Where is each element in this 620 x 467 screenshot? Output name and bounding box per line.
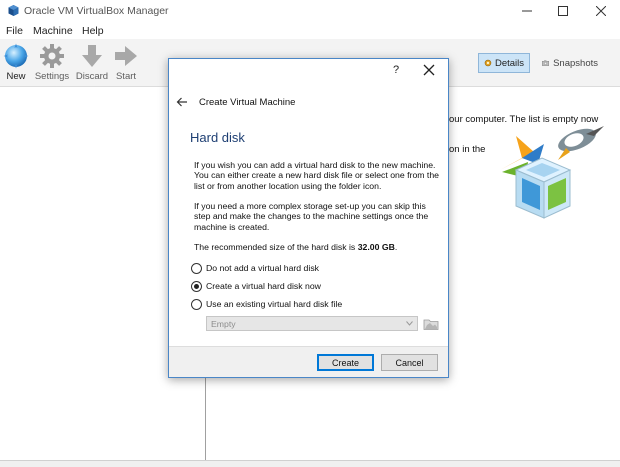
window-titlebar: Oracle VM VirtualBox Manager [0,0,620,22]
radio-create-disk[interactable]: Create a virtual hard disk now [191,280,321,292]
menu-bar: File Machine Help [0,22,620,39]
dialog-close-icon[interactable] [422,63,436,77]
existing-disk-select-value: Empty [211,319,236,329]
create-vm-dialog: ? Create Virtual Machine Hard disk If yo… [168,58,449,378]
camera-icon [542,60,550,66]
details-toggle[interactable]: Details [478,53,530,73]
gear-icon [40,44,64,68]
description-paragraph-2: If you need a more complex storage set-u… [194,201,429,232]
chevron-down-icon [406,321,413,326]
new-button[interactable]: New [0,43,36,87]
radio-button-checked[interactable] [191,280,202,292]
minimize-icon [522,10,532,12]
virtualbox-logo-illustration [500,126,604,219]
settings-button[interactable]: Settings [32,43,72,87]
close-window-button[interactable] [582,0,620,22]
folder-browse-icon[interactable] [423,317,439,331]
snapshots-label: Snapshots [553,57,598,69]
settings-label: Settings [34,71,70,82]
recommended-size-text: The recommended size of the hard disk is… [194,242,440,252]
existing-disk-select[interactable]: Empty [206,316,418,331]
recommended-size-suffix: . [394,242,398,252]
status-strip [0,460,620,467]
recommended-size-prefix: The recommended size of the hard disk is [194,242,358,252]
radio-label: Use an existing virtual hard disk file [206,299,343,309]
back-arrow-icon[interactable] [176,97,188,107]
radio-no-disk[interactable]: Do not add a virtual hard disk [191,262,319,274]
radio-label: Do not add a virtual hard disk [206,263,320,273]
welcome-text-line-2: on in the [449,144,486,155]
create-button[interactable]: Create [317,354,374,371]
window-title: Oracle VM VirtualBox Manager [24,5,169,17]
radio-button[interactable] [191,298,202,310]
start-label: Start [115,71,137,82]
new-machine-icon [3,43,29,69]
help-button[interactable]: ? [390,64,402,76]
radio-existing-disk[interactable]: Use an existing virtual hard disk file [191,298,342,310]
dialog-footer: Create Cancel [169,346,448,377]
details-label: Details [494,57,524,69]
maximize-button[interactable] [544,0,582,22]
description-paragraph-1: If you wish you can add a virtual hard d… [194,160,439,191]
radio-button[interactable] [191,262,202,274]
maximize-icon [558,6,568,16]
page-heading: Hard disk [190,130,245,145]
cancel-button[interactable]: Cancel [381,354,438,371]
minimize-button[interactable] [508,0,546,22]
menu-file[interactable]: File [6,25,23,37]
new-label: New [6,71,26,82]
dialog-title: Create Virtual Machine [199,97,296,108]
discard-arrow-icon [82,45,102,67]
radio-label: Create a virtual hard disk now [206,281,321,291]
recommended-size-value: 32.00 GB [357,242,395,252]
menu-help[interactable]: Help [82,25,104,37]
snapshots-toggle[interactable]: Snapshots [537,53,603,73]
details-gear-icon [484,59,492,67]
virtualbox-icon [8,5,19,16]
start-button[interactable]: Start [106,43,146,87]
close-icon [596,6,606,16]
start-arrow-icon [115,46,137,66]
menu-machine[interactable]: Machine [33,25,73,37]
